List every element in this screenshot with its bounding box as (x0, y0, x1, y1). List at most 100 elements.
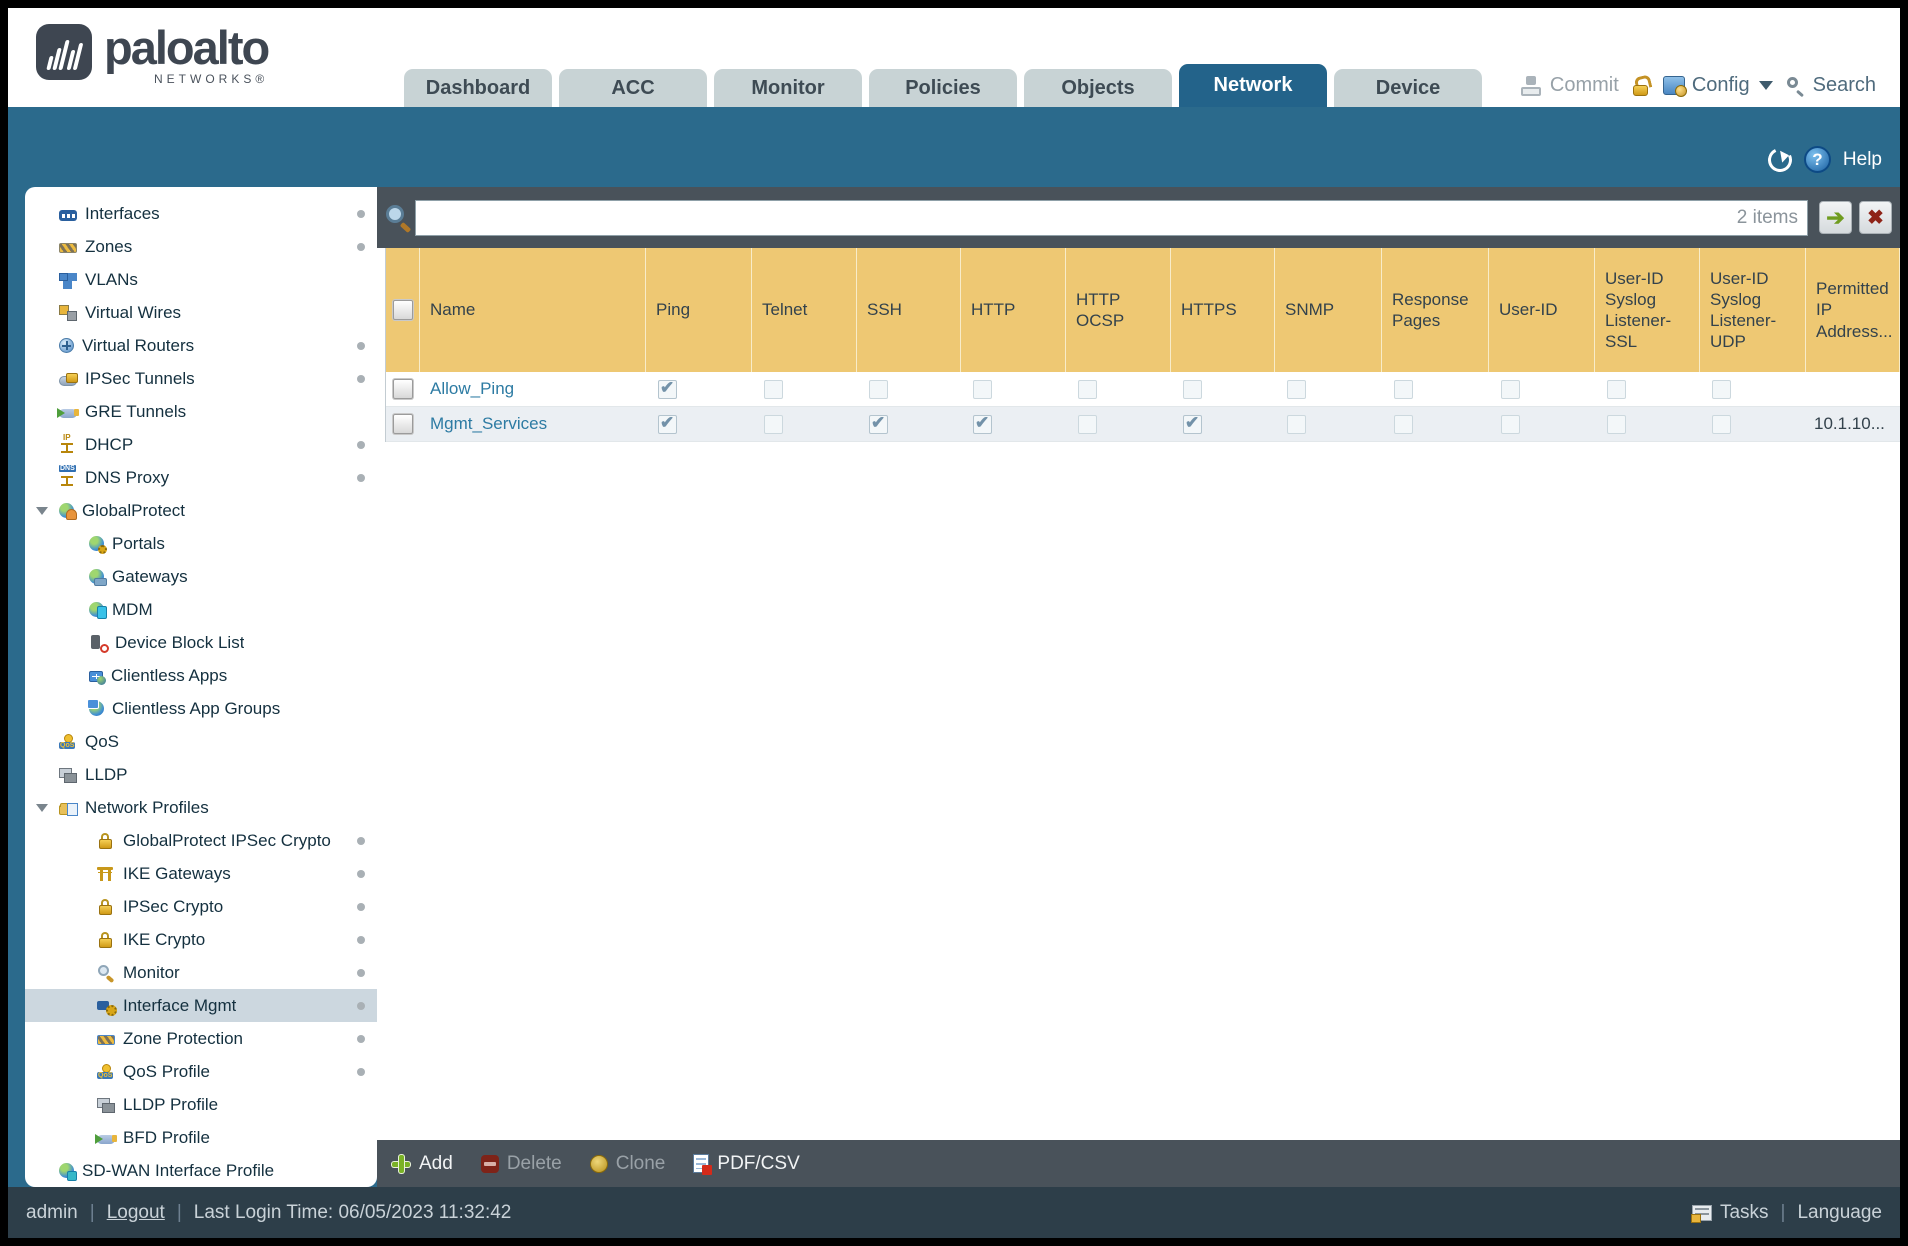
tab-device[interactable]: Device (1334, 69, 1482, 107)
sidebar-item-monitor[interactable]: Monitor (25, 956, 377, 989)
commit-icon (1521, 76, 1543, 96)
service-cell (857, 372, 961, 406)
search-button[interactable]: Search (1786, 74, 1876, 97)
sidebar-item-gateways[interactable]: Gateways (25, 560, 377, 593)
select-all-checkbox[interactable] (393, 300, 413, 320)
pdf-csv-button[interactable]: PDF/CSV (693, 1153, 799, 1175)
sidebar-item-virtual-routers[interactable]: Virtual Routers (25, 329, 377, 362)
tab-objects[interactable]: Objects (1024, 69, 1172, 107)
clone-button[interactable]: Clone (590, 1153, 666, 1175)
sidebar-item-lldp-profile[interactable]: LLDP Profile (25, 1088, 377, 1121)
sidebar-item-zones[interactable]: Zones (25, 230, 377, 263)
sidebar-item-ike-gateways[interactable]: IKE Gateways (25, 857, 377, 890)
ssh-checkbox[interactable] (869, 380, 888, 399)
ping-checkbox[interactable] (658, 415, 677, 434)
row-name-link[interactable]: Mgmt_Services (430, 414, 547, 434)
ping-checkbox[interactable] (658, 380, 677, 399)
add-button[interactable]: Add (391, 1153, 453, 1175)
user-id-syslog-listener-ssl-checkbox[interactable] (1607, 380, 1626, 399)
user-id-checkbox[interactable] (1501, 415, 1520, 434)
sidebar-item-mdm[interactable]: MDM (25, 593, 377, 626)
service-cell (1066, 407, 1171, 441)
apply-filter-button[interactable]: ➔ (1819, 201, 1852, 234)
user-id-syslog-listener-udp-checkbox[interactable] (1712, 380, 1731, 399)
service-cell (1171, 372, 1275, 406)
sidebar-item-label: Clientless App Groups (112, 699, 280, 719)
tab-acc[interactable]: ACC (559, 69, 707, 107)
sidebar-item-network-profiles[interactable]: Network Profiles (25, 791, 377, 824)
user-id-checkbox[interactable] (1501, 380, 1520, 399)
https-checkbox[interactable] (1183, 380, 1202, 399)
telnet-checkbox[interactable] (764, 415, 783, 434)
tab-network[interactable]: Network (1179, 64, 1327, 107)
tab-monitor[interactable]: Monitor (714, 69, 862, 107)
language-link[interactable]: Language (1797, 1202, 1882, 1224)
tab-dashboard[interactable]: Dashboard (404, 69, 552, 107)
sidebar-item-gre-tunnels[interactable]: GRE Tunnels (25, 395, 377, 428)
sidebar-item-ipsec-crypto[interactable]: IPSec Crypto (25, 890, 377, 923)
sidebar-item-virtual-wires[interactable]: Virtual Wires (25, 296, 377, 329)
sidebar-item-label: LLDP (85, 765, 128, 785)
sidebar-item-interface-mgmt[interactable]: Interface Mgmt (25, 989, 377, 1022)
sidebar-item-lldp[interactable]: LLDP (25, 758, 377, 791)
sidebar-item-vlans[interactable]: VLANs (25, 263, 377, 296)
last-login-time: Last Login Time: 06/05/2023 11:32:42 (194, 1202, 512, 1224)
sidebar-item-zone-protection[interactable]: Zone Protection (25, 1022, 377, 1055)
sidebar-item-bfd-profile[interactable]: BFD Profile (25, 1121, 377, 1154)
collapse-triangle-icon[interactable] (36, 507, 48, 515)
response-pages-checkbox[interactable] (1394, 380, 1413, 399)
sidebar-item-ipsec-tunnels[interactable]: IPSec Tunnels (25, 362, 377, 395)
sidebar-item-label: QoS (85, 732, 119, 752)
sidebar-item-label: SD-WAN Interface Profile (82, 1161, 274, 1181)
sidebar-item-dns-proxy[interactable]: DNS Proxy (25, 461, 377, 494)
search-icon (1786, 76, 1806, 96)
filter-search-input[interactable] (415, 200, 1808, 236)
http-checkbox[interactable] (973, 380, 992, 399)
http-ocsp-checkbox[interactable] (1078, 415, 1097, 434)
ssh-checkbox[interactable] (869, 415, 888, 434)
lock-icon[interactable] (1632, 76, 1650, 96)
column-header-ssh: SSH (857, 248, 961, 372)
sidebar-item-globalprotect-ipsec-crypto[interactable]: GlobalProtect IPSec Crypto (25, 824, 377, 857)
config-menu-button[interactable]: Config (1663, 74, 1773, 97)
sidebar-item-sd-wan-interface-profile[interactable]: SD-WAN Interface Profile (25, 1154, 377, 1187)
config-icon (1663, 76, 1685, 95)
sidebar-item-clientless-app-groups[interactable]: Clientless App Groups (25, 692, 377, 725)
delete-button[interactable]: Delete (481, 1153, 562, 1175)
column-header-user-id: User-ID (1489, 248, 1595, 372)
help-icon[interactable]: ? (1804, 146, 1831, 173)
sidebar-item-qos-profile[interactable]: QoS Profile (25, 1055, 377, 1088)
row-select-checkbox[interactable] (393, 379, 413, 399)
clear-filter-button[interactable]: ✖ (1859, 201, 1892, 234)
sidebar-item-globalprotect[interactable]: GlobalProtect (25, 494, 377, 527)
snmp-checkbox[interactable] (1287, 415, 1306, 434)
commit-button[interactable]: Commit (1521, 74, 1619, 97)
http-checkbox[interactable] (973, 415, 992, 434)
https-checkbox[interactable] (1183, 415, 1202, 434)
user-id-syslog-listener-ssl-checkbox[interactable] (1607, 415, 1626, 434)
help-label[interactable]: Help (1843, 149, 1882, 171)
sidebar-item-ike-crypto[interactable]: IKE Crypto (25, 923, 377, 956)
sidebar-item-clientless-apps[interactable]: Clientless Apps (25, 659, 377, 692)
user-id-syslog-listener-udp-checkbox[interactable] (1712, 415, 1731, 434)
logout-link[interactable]: Logout (107, 1202, 165, 1224)
monitor-profile-icon (97, 965, 115, 981)
sidebar-item-device-block-list[interactable]: Device Block List (25, 626, 377, 659)
row-select-checkbox[interactable] (393, 414, 413, 434)
sidebar-item-dhcp[interactable]: DHCP (25, 428, 377, 461)
collapse-triangle-icon[interactable] (36, 804, 48, 812)
snmp-checkbox[interactable] (1287, 380, 1306, 399)
row-name-link[interactable]: Allow_Ping (430, 379, 514, 399)
sidebar-item-qos[interactable]: QoS (25, 725, 377, 758)
chevron-down-icon (1759, 81, 1773, 90)
sidebar-item-portals[interactable]: Portals (25, 527, 377, 560)
response-pages-checkbox[interactable] (1394, 415, 1413, 434)
sidebar-item-interfaces[interactable]: Interfaces (25, 197, 377, 230)
tab-policies[interactable]: Policies (869, 69, 1017, 107)
refresh-icon[interactable] (1765, 144, 1796, 175)
telnet-checkbox[interactable] (764, 380, 783, 399)
service-cell (646, 407, 752, 441)
sidebar-item-label: Zone Protection (123, 1029, 243, 1049)
http-ocsp-checkbox[interactable] (1078, 380, 1097, 399)
tasks-link[interactable]: Tasks (1720, 1202, 1769, 1224)
